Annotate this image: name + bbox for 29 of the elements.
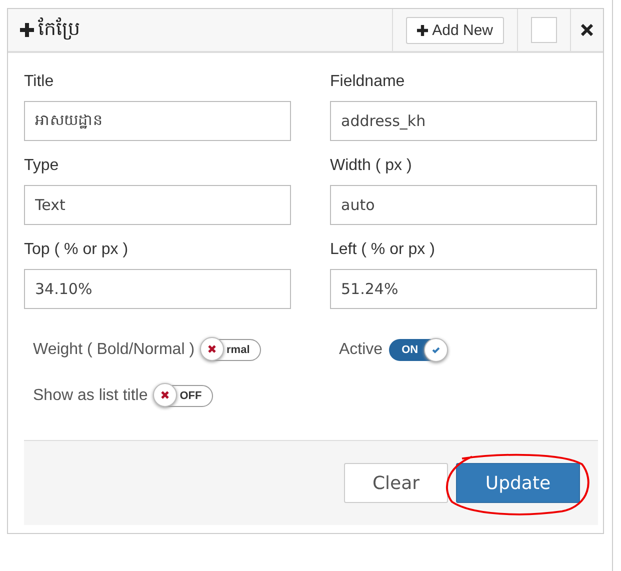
button[interactable]: Update xyxy=(456,463,580,503)
field-label: Width ( px ) xyxy=(330,157,413,175)
add-new-button[interactable]: Add New xyxy=(406,16,504,44)
field-label: Top ( % or px ) xyxy=(24,241,130,259)
input-field[interactable]: address_kh xyxy=(330,101,597,141)
input-field[interactable]: 51.24% xyxy=(330,269,597,309)
field-label: Title xyxy=(24,73,55,91)
toggle-switch[interactable]: ON xyxy=(388,339,446,361)
plus-icon xyxy=(20,23,34,37)
close-icon[interactable] xyxy=(581,24,593,36)
check-icon xyxy=(431,345,442,355)
checkbox[interactable] xyxy=(531,17,557,43)
field-label: Left ( % or px ) xyxy=(330,241,436,259)
field-label: Type xyxy=(24,157,60,175)
switch-label: Show as list title xyxy=(33,387,148,405)
button[interactable]: Clear xyxy=(344,463,448,503)
input-field[interactable]: auto xyxy=(330,185,597,225)
toggle-switch[interactable]: rmal xyxy=(200,339,261,361)
input-field[interactable]: អាសយដ្ឋាន xyxy=(24,101,291,141)
x-icon xyxy=(206,344,217,354)
input-field[interactable]: Text xyxy=(24,185,291,225)
input-field[interactable]: 34.10% xyxy=(24,269,291,309)
field-label: Fieldname xyxy=(330,73,406,91)
toggle-switch[interactable]: OFF xyxy=(154,385,213,407)
switch-label: Active xyxy=(339,341,383,359)
panel-title: កែប្រែ xyxy=(38,16,80,42)
x-icon xyxy=(160,390,170,400)
plus-icon xyxy=(417,24,428,36)
switch-label: Weight ( Bold/Normal ) xyxy=(33,341,195,359)
